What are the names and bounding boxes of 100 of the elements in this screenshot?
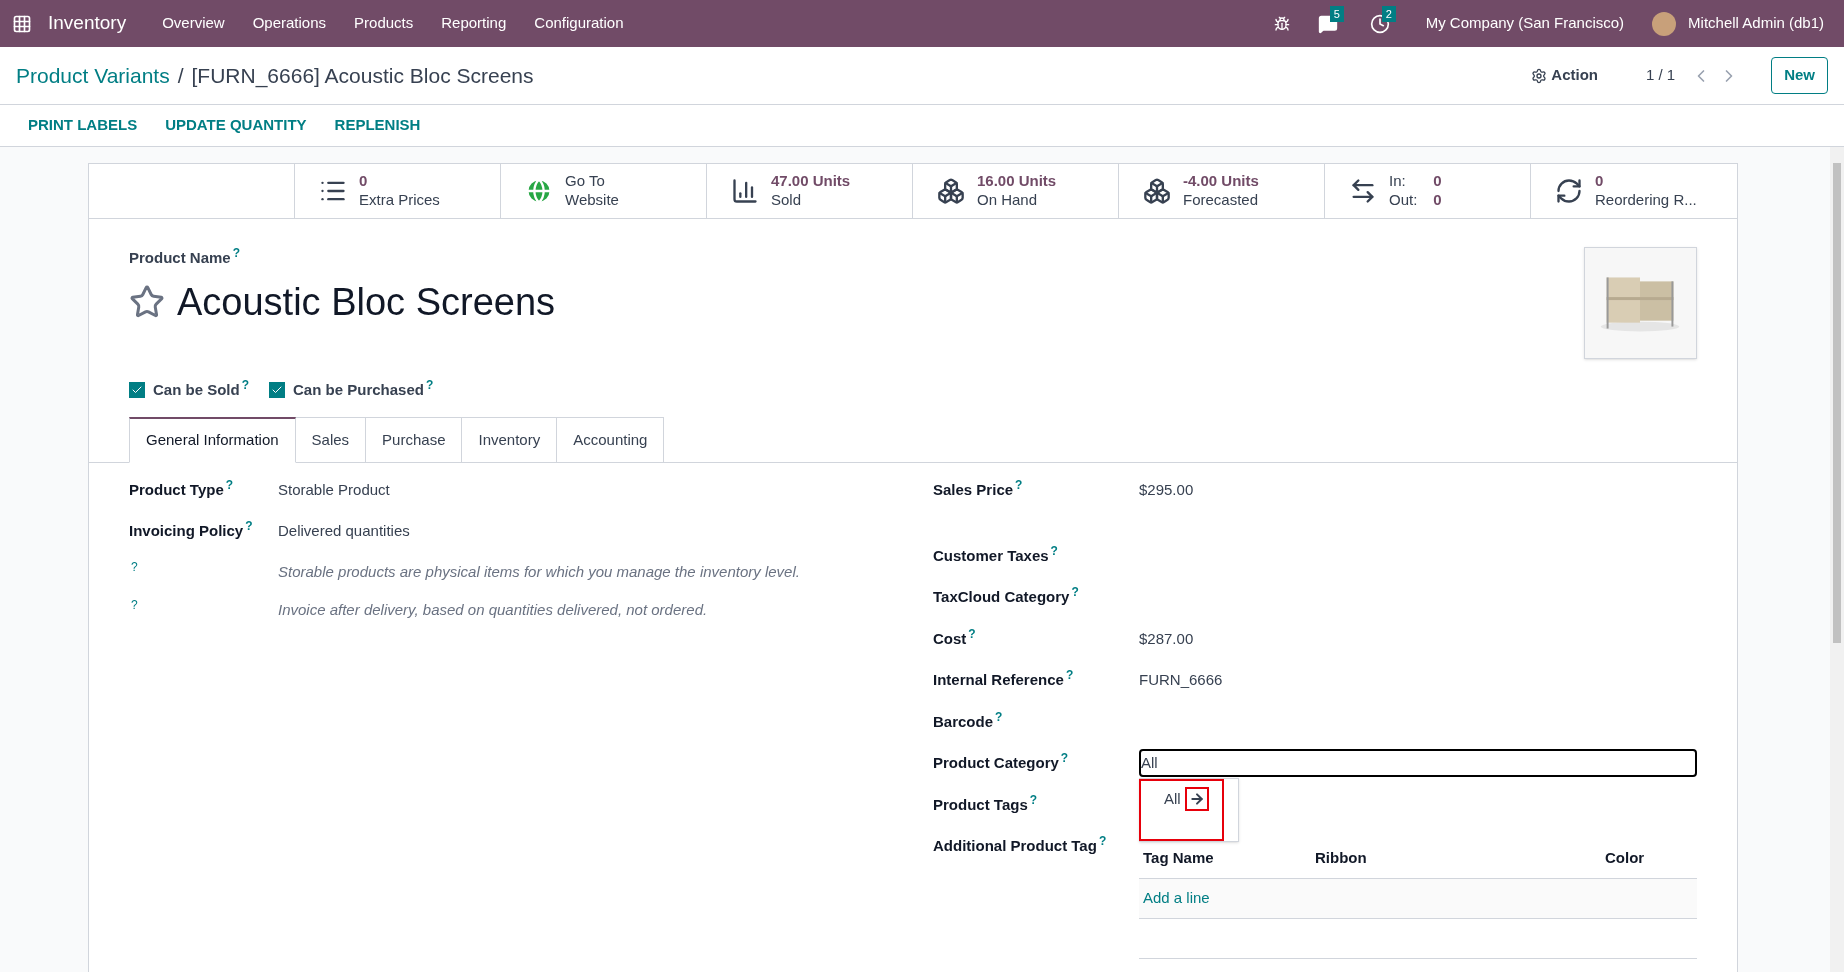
help-icon[interactable]: ?: [131, 597, 138, 612]
help-icon[interactable]: ?: [995, 709, 1003, 724]
stat-button[interactable]: 47.00 Units Sold: [707, 164, 913, 218]
boxes-icon: [937, 177, 965, 205]
field-label: Product Tags$^{?}$: [933, 793, 1039, 815]
scrollbar[interactable]: [1830, 147, 1844, 972]
menu-item[interactable]: Products: [342, 12, 426, 35]
checkbox[interactable]: [269, 381, 286, 398]
tab[interactable]: Inventory: [462, 417, 558, 462]
column-header: Color: [1605, 847, 1646, 868]
help-icon[interactable]: ?: [1015, 477, 1023, 492]
field-value[interactable]: Storable Product: [278, 478, 390, 501]
help-icon[interactable]: ?: [425, 377, 434, 392]
add-line-link[interactable]: Add a line: [1143, 886, 1210, 910]
breadcrumb-current: [FURN_6666] Acoustic Bloc Screens: [191, 62, 534, 90]
stat-label: Extra Prices: [359, 191, 440, 210]
field-value[interactable]: $295.00: [1139, 478, 1194, 501]
stat-value: Go To: [565, 172, 606, 191]
menu-item[interactable]: Operations: [240, 12, 339, 35]
field-label: Invoicing Policy$^{?}$: [129, 519, 254, 541]
pager: 1 / 1: [1645, 65, 1676, 86]
field-label: TaxCloud Category$^{?}$: [933, 586, 1080, 607]
tab[interactable]: Sales: [295, 417, 367, 462]
arrow-button[interactable]: [1184, 787, 1209, 811]
stat-label: Website: [565, 191, 619, 210]
stat-value: 0: [359, 172, 369, 191]
badge: 2: [1381, 5, 1396, 22]
help-icon[interactable]: ?: [1065, 668, 1074, 682]
field-label: Additional Product Tag$^{?}$: [933, 835, 1108, 856]
apps-menu-icon[interactable]: [12, 13, 32, 34]
checkbox-label: Can be Sold$^{?}$: [153, 378, 250, 400]
stat-button[interactable]: 16.00 Units On Hand: [913, 164, 1119, 218]
dropdown-item[interactable]: All: [1164, 787, 1181, 811]
gear-icon: [1531, 67, 1548, 84]
stat-label: On Hand: [977, 191, 1039, 210]
company-switcher[interactable]: My Company (San Francisco): [1425, 12, 1625, 35]
help-icon[interactable]: ?: [245, 518, 253, 533]
product-name[interactable]: Acoustic Bloc Screens: [177, 273, 556, 331]
help-icon[interactable]: ?: [131, 559, 138, 574]
breadcrumb-separator: /: [177, 62, 184, 89]
user-avatar[interactable]: [1652, 11, 1677, 36]
menu-item[interactable]: Overview: [150, 12, 237, 35]
stat-button[interactable]: 0 Extra Prices: [295, 164, 501, 218]
stat-button[interactable]: In: 0 Out: 0: [1325, 164, 1531, 218]
badge: 5: [1329, 5, 1344, 22]
stat-value: 47.00 Units: [771, 172, 851, 191]
stat-value: 0: [1433, 172, 1442, 191]
field-value[interactable]: FURN_6666: [1139, 669, 1223, 692]
help-icon[interactable]: ?: [1071, 585, 1079, 599]
new-button[interactable]: New: [1771, 57, 1828, 94]
stat-button[interactable]: -4.00 Units Forecasted: [1119, 164, 1325, 218]
stat-value: 0: [1595, 172, 1605, 191]
breadcrumb-link[interactable]: Product Variants: [16, 59, 170, 92]
toolbar-link[interactable]: UPDATE QUANTITY: [165, 114, 307, 137]
column-header: Ribbon: [1315, 847, 1368, 868]
field-label: Product Category$^{?}$: [933, 752, 1070, 773]
bug-icon[interactable]: [1273, 15, 1290, 32]
tab[interactable]: General Information: [129, 417, 296, 463]
help-icon[interactable]: ?: [225, 477, 234, 492]
field-label: Internal Reference$^{?}$: [933, 669, 1075, 690]
stat-value: -4.00 Units: [1183, 172, 1259, 191]
tab[interactable]: Purchase: [366, 417, 463, 462]
column-header: Tag Name: [1143, 847, 1215, 868]
help-icon[interactable]: ?: [1060, 751, 1069, 765]
help-text: Invoice after delivery, based on quantities delivered, not ordered.: [278, 599, 708, 620]
tab[interactable]: Accounting: [557, 417, 665, 462]
field-label: Product Type$^{?}$: [129, 478, 235, 500]
checkbox[interactable]: [129, 381, 145, 398]
action-menu-button[interactable]: Action: [1531, 64, 1598, 87]
field-value[interactable]: $287.00: [1139, 627, 1194, 650]
favorite-star-icon[interactable]: [129, 284, 165, 320]
user-menu[interactable]: Mitchell Admin (db1): [1688, 12, 1824, 35]
stat-label: Forecasted: [1183, 191, 1259, 210]
stat-label: Sold: [771, 191, 803, 210]
category-input[interactable]: All: [1139, 748, 1697, 777]
stat-value: 16.00 Units: [977, 172, 1057, 191]
refresh-icon: [1555, 177, 1583, 205]
help-icon[interactable]: ?: [1029, 792, 1038, 807]
app-name[interactable]: Inventory: [48, 9, 127, 38]
toolbar-link[interactable]: PRINT LABELS: [28, 114, 138, 137]
toolbar-link[interactable]: REPLENISH: [334, 114, 421, 137]
help-icon[interactable]: ?: [1050, 543, 1058, 558]
field-label: Customer Taxes$^{?}$: [933, 544, 1059, 566]
help-icon[interactable]: ?: [1098, 834, 1107, 848]
field-label: Product Name$^{?}$: [129, 247, 242, 268]
signal-bars-icon: [731, 177, 759, 205]
globe-icon: [525, 177, 553, 205]
stat-button[interactable]: 0 Reordering R...: [1531, 164, 1737, 218]
stat-label: In:: [1389, 172, 1407, 191]
menu-item[interactable]: Reporting: [429, 12, 519, 35]
stat-button[interactable]: Go To Website: [501, 164, 707, 218]
field-label: Cost$^{?}$: [933, 627, 977, 649]
help-icon[interactable]: ?: [232, 246, 241, 260]
menu-item[interactable]: Configuration: [522, 12, 636, 35]
stat-label: Reordering R...: [1595, 191, 1697, 210]
help-icon[interactable]: ?: [968, 626, 976, 641]
field-value[interactable]: Delivered quantities: [278, 519, 410, 542]
help-icon[interactable]: ?: [241, 377, 250, 392]
stat-label: Out:: [1389, 191, 1418, 210]
field-label: Barcode$^{?}$: [933, 710, 1004, 732]
